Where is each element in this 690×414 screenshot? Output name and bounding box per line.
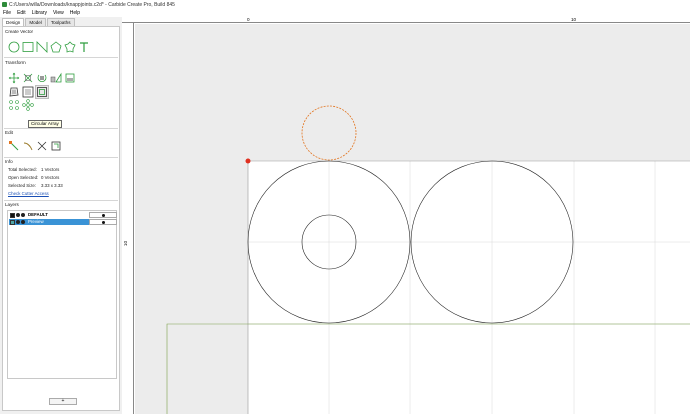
section-divider [4,200,118,201]
trim-icon[interactable] [22,140,34,152]
window-title: C:/Users/willa/Downloads/knappjoints.c2d… [9,1,175,8]
title-bar: C:/Users/willa/Downloads/knappjoints.c2d… [0,0,690,9]
top-ruler: 0 10 [122,17,690,23]
menu-edit[interactable]: Edit [14,10,29,16]
design-canvas-area: 0 10 10 [122,17,690,414]
info-heading: Info [5,159,13,164]
star-shape-tool-icon[interactable] [64,41,76,53]
circular-array-tooltip: Circular Array [28,120,62,128]
layer-settings-button[interactable] [89,219,117,225]
align-icon[interactable] [64,72,76,84]
open-selected-label: Open Selected: [8,175,39,180]
carbide-create-window: C:/Users/willa/Downloads/knappjoints.c2d… [0,0,690,414]
text-tool-icon[interactable] [78,41,90,53]
open-selected-row: Open Selected: 0 Vectors [8,175,59,180]
layer-settings-button[interactable] [89,212,117,218]
open-selected-value: 0 Vectors [41,175,60,180]
selected-circle[interactable] [301,105,357,161]
selected-size-value: 3.33 x 3.33 [41,183,63,188]
tab-model[interactable]: Model [25,18,46,26]
workspace[interactable] [135,24,690,414]
tab-design[interactable]: Design [2,18,25,26]
layer-row-preview[interactable]: Preview [9,219,117,225]
edit-heading: Edit [5,130,13,135]
eye-icon[interactable] [16,220,20,224]
selected-size-label: Selected Size: [8,183,37,188]
cut-icon[interactable] [36,140,48,152]
origin-marker [245,158,251,164]
design-panel: Create Vector Transform Circular Array E… [2,26,120,411]
layer-name: DEFAULT [28,212,48,217]
polyline-tool-icon[interactable] [36,41,48,53]
create-vector-heading: Create Vector [5,29,34,34]
top-ruler-label: 0 [247,17,250,22]
total-selected-value: 1 Vectors [41,167,60,172]
total-selected-row: Total Selected: 1 Vectors [8,167,59,172]
menu-library[interactable]: Library [29,10,50,16]
rectangle-tool-icon[interactable] [22,41,34,53]
section-divider [4,57,118,58]
app-icon [2,2,7,7]
mirror-icon[interactable] [50,72,62,84]
add-layer-button[interactable]: + [49,398,77,405]
lock-icon[interactable] [21,213,25,217]
menu-bar: File Edit Library View Help [0,9,690,17]
eye-icon[interactable] [16,213,20,217]
stock-material [248,161,690,414]
panel-tabs: Design Model Toolpaths [2,18,76,26]
layer-color-swatch[interactable] [10,212,15,218]
top-ruler-label: 10 [571,17,577,22]
circle-tool-icon[interactable] [8,41,20,53]
menu-file[interactable]: File [0,10,14,16]
transform-heading: Transform [5,60,26,65]
circular-array-icon[interactable] [35,85,49,99]
scale-icon[interactable] [22,72,34,84]
left-ruler-label: 10 [123,240,129,247]
left-ruler: 10 [122,23,134,414]
polygon-tool-icon[interactable] [50,41,62,53]
move-icon[interactable] [8,72,20,84]
boolean-icon[interactable] [50,140,62,152]
side-panel: Design Model Toolpaths Create Vector Tra… [0,17,122,414]
section-divider [4,128,118,129]
menu-view[interactable]: View [50,10,67,16]
layers-heading: Layers [5,202,19,207]
offset-icon[interactable] [8,86,20,98]
layer-name: Preview [28,219,44,224]
layers-list: DEFAULT Preview [7,210,117,379]
node-edit-icon[interactable] [8,140,20,152]
canvas-drawing[interactable] [135,24,690,414]
selected-size-row: Selected Size: 3.33 x 3.33 [8,183,63,188]
layer-color-swatch[interactable] [10,219,15,225]
circle-pattern-icon[interactable] [22,99,34,111]
section-divider [4,157,118,158]
rectangle-array-icon[interactable] [22,86,34,98]
check-cutter-access-link[interactable]: Check Cutter Access [8,191,49,196]
grid-array-icon[interactable] [8,99,20,111]
layer-row-default[interactable]: DEFAULT [9,212,117,218]
lock-icon[interactable] [21,220,25,224]
total-selected-label: Total Selected: [8,167,37,172]
rotate-icon[interactable] [36,72,48,84]
menu-help[interactable]: Help [67,10,83,16]
tab-toolpaths[interactable]: Toolpaths [46,18,75,26]
